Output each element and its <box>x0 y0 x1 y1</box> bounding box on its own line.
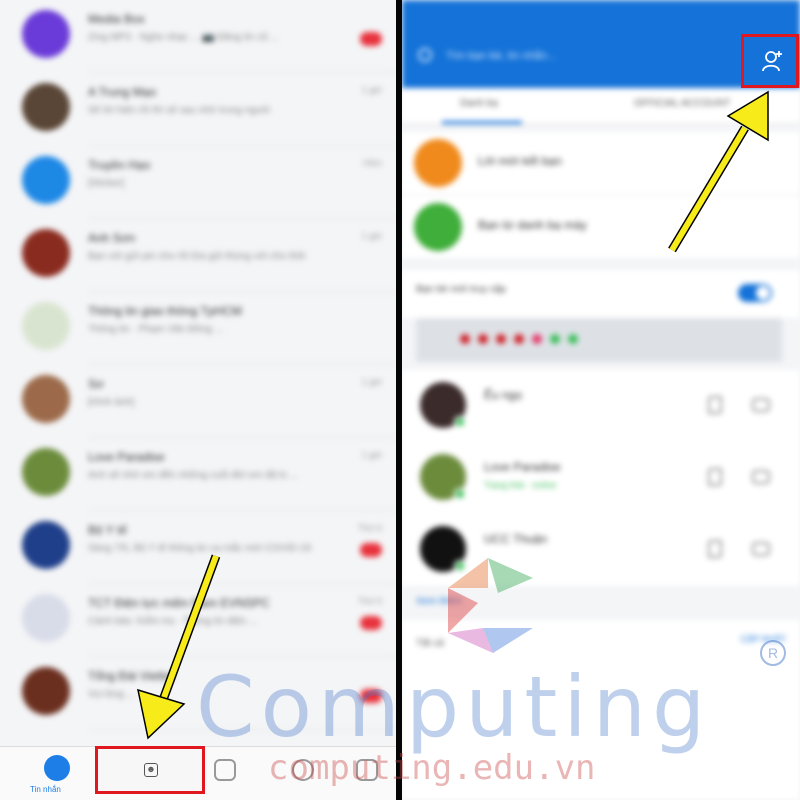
arrow-to-add-friend <box>668 90 769 253</box>
arrow-to-contacts-tab <box>137 554 221 740</box>
annotation-arrows <box>137 90 769 740</box>
